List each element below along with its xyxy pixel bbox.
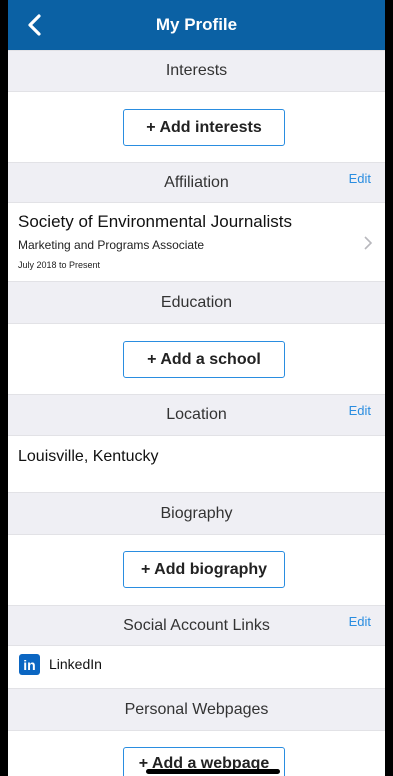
section-title: Personal Webpages [124, 700, 269, 718]
section-title: Location [166, 406, 227, 423]
section-header-social-links: Social Account Links Edit [8, 605, 385, 646]
section-header-biography: Biography [8, 492, 385, 535]
add-biography-button[interactable]: + Add biography [123, 551, 285, 588]
interests-row: + Add interests [8, 92, 385, 162]
education-row: + Add a school [8, 324, 385, 394]
chevron-right-icon [364, 236, 373, 250]
section-title: Interests [165, 62, 228, 79]
section-title: Social Account Links [123, 616, 270, 634]
location-value: Louisville, Kentucky [18, 448, 159, 465]
section-header-location: Location Edit [8, 394, 385, 436]
social-link-linkedin[interactable]: in LinkedIn [8, 646, 385, 688]
edit-social-links-button[interactable]: Edit [349, 614, 371, 629]
navigation-bar: My Profile [8, 0, 385, 50]
add-interests-button[interactable]: + Add interests [123, 109, 285, 146]
section-header-education: Education [8, 281, 385, 324]
profile-screen: My Profile Interests + Add interests Aff… [8, 0, 385, 776]
affiliation-organization: Society of Environmental Journalists [18, 212, 293, 231]
linkedin-icon: in [19, 654, 40, 675]
chevron-left-icon [28, 14, 41, 36]
home-indicator [146, 769, 280, 774]
edit-location-button[interactable]: Edit [349, 403, 371, 418]
section-title: Affiliation [164, 173, 229, 191]
section-header-interests: Interests [8, 50, 385, 92]
biography-row: + Add biography [8, 535, 385, 605]
section-header-affiliation: Affiliation Edit [8, 162, 385, 203]
add-school-button[interactable]: + Add a school [123, 341, 285, 378]
section-title: Biography [160, 504, 233, 522]
affiliation-role: Marketing and Programs Associate [18, 238, 205, 252]
edit-affiliation-button[interactable]: Edit [349, 171, 371, 186]
page-title: My Profile [155, 15, 238, 34]
section-title: Education [160, 293, 233, 311]
back-button[interactable] [22, 12, 48, 38]
section-header-webpages: Personal Webpages [8, 688, 385, 731]
affiliation-dates: July 2018 to Present [18, 260, 101, 270]
location-row: Louisville, Kentucky [8, 436, 385, 492]
affiliation-item[interactable]: Society of Environmental Journalists Mar… [8, 203, 385, 281]
social-link-label: LinkedIn [49, 656, 102, 672]
